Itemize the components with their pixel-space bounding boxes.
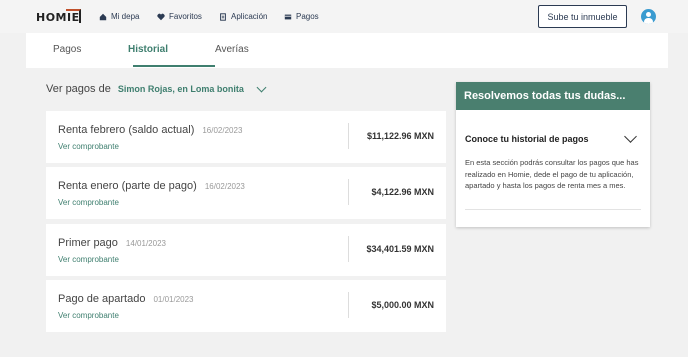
payment-date: 16/02/2023: [202, 126, 243, 135]
nav-link-label: Favoritos: [169, 12, 202, 21]
payment-card: Renta febrero (saldo actual) 16/02/2023 V…: [46, 111, 446, 163]
nav-link-mi-depa[interactable]: Mi depa: [99, 12, 139, 21]
tab-pagos[interactable]: Pagos: [53, 44, 81, 55]
payment-title-row: Renta enero (parte de pago) 16/02/2023: [58, 180, 245, 192]
payment-date: 16/02/2023: [204, 182, 245, 191]
divider: [348, 123, 349, 149]
payment-card: Primer pago 14/01/2023 Ver comprobante $3…: [46, 224, 446, 276]
card-icon: [284, 14, 292, 19]
logo-mark-icon: [66, 9, 81, 23]
payment-title-row: Renta febrero (saldo actual) 16/02/2023: [58, 124, 242, 136]
divider: [348, 236, 349, 262]
faq-question[interactable]: Conoce tu historial de pagos: [465, 134, 589, 144]
payment-date: 14/01/2023: [125, 239, 166, 248]
payment-title-row: Primer pago 14/01/2023: [58, 237, 166, 249]
chevron-down-icon[interactable]: [624, 130, 637, 143]
payment-amount: $34,401.59 MXN: [366, 244, 434, 254]
payment-amount: $5,000.00 MXN: [371, 300, 434, 310]
view-receipt-link[interactable]: Ver comprobante: [58, 255, 119, 264]
view-receipt-link[interactable]: Ver comprobante: [58, 142, 119, 151]
home-icon: [99, 13, 107, 20]
upload-property-button[interactable]: Sube tu inmueble: [538, 5, 627, 28]
divider: [348, 179, 349, 205]
payment-title: Renta enero (parte de pago): [58, 180, 197, 192]
faq-panel: Resolvemos todas tus dudas... Conoce tu …: [456, 82, 650, 227]
document-icon: [220, 12, 226, 21]
tab-bar: Pagos Historial Averías: [26, 33, 668, 68]
payment-card: Pago de apartado 01/01/2023 Ver comproban…: [46, 280, 446, 332]
payment-amount: $11,122.96 MXN: [366, 131, 434, 141]
nav-link-aplicacion[interactable]: Aplicación: [219, 12, 267, 21]
nav-link-favoritos[interactable]: Favoritos: [157, 12, 202, 21]
view-receipt-link[interactable]: Ver comprobante: [58, 198, 119, 207]
chevron-down-icon[interactable]: [256, 82, 267, 92]
filter-label: Ver pagos de: [46, 83, 111, 95]
faq-divider: [465, 209, 641, 210]
divider: [348, 292, 349, 318]
payment-amount: $4,122.96 MXN: [371, 187, 434, 197]
avatar-head: [646, 12, 651, 17]
nav-link-pagos[interactable]: Pagos: [284, 12, 319, 21]
view-receipt-link[interactable]: Ver comprobante: [58, 311, 119, 320]
heart-icon: [157, 13, 165, 20]
nav-link-label: Aplicación: [231, 12, 268, 21]
filter-selected-value[interactable]: Simon Rojas, en Loma bonita: [118, 84, 244, 94]
nav-link-label: Mi depa: [111, 12, 140, 21]
payment-title: Pago de apartado: [58, 293, 146, 305]
active-tab-indicator: [133, 65, 215, 67]
payment-title-row: Pago de apartado 01/01/2023: [58, 293, 194, 305]
tab-averias[interactable]: Averías: [215, 44, 249, 55]
payments-filter[interactable]: Ver pagos de Simon Rojas, en Loma bonita: [46, 82, 267, 95]
tab-historial[interactable]: Historial: [128, 44, 168, 55]
nav-link-label: Pagos: [296, 12, 319, 21]
faq-answer: En esta sección podrás consultar los pag…: [465, 158, 639, 190]
payment-card: Renta enero (parte de pago) 16/02/2023 Ve…: [46, 167, 446, 219]
payment-date: 01/01/2023: [153, 295, 194, 304]
avatar-body: [644, 18, 653, 24]
payment-title: Renta febrero (saldo actual): [58, 124, 195, 136]
top-navbar: HOMIE Mi depa Favoritos Aplicación Pagos…: [0, 0, 688, 33]
faq-header: Resolvemos todas tus dudas...: [456, 82, 650, 110]
payment-title: Primer pago: [58, 237, 118, 249]
user-avatar-icon[interactable]: [641, 9, 656, 24]
